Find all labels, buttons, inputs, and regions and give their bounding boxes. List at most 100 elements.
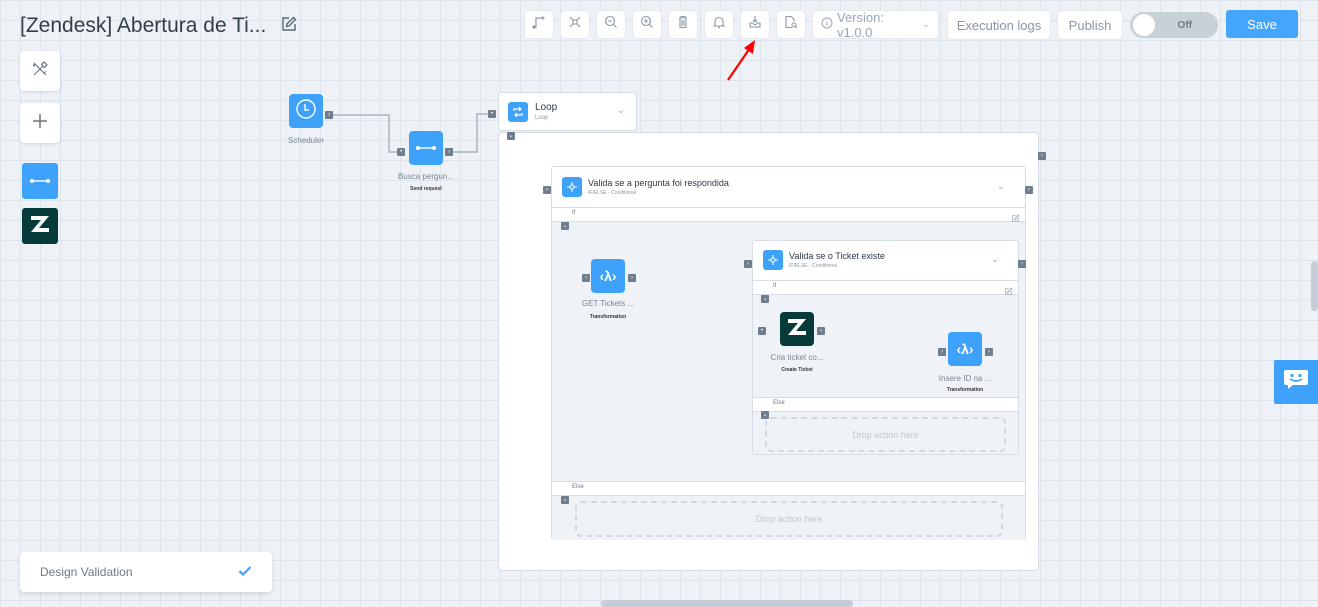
input-port[interactable]: •	[488, 110, 496, 118]
info-icon	[821, 17, 833, 32]
input-port[interactable]: ›	[744, 260, 752, 268]
connector-style-button[interactable]	[525, 11, 553, 38]
plus-icon	[31, 112, 49, 135]
delete-button[interactable]	[669, 11, 697, 38]
compress-icon	[568, 15, 582, 34]
chevron-down-icon[interactable]: ⌄	[991, 254, 999, 265]
check-icon	[238, 564, 252, 580]
else-start-port[interactable]: ⌄	[561, 496, 569, 504]
zoom-in-icon	[640, 15, 654, 34]
output-port[interactable]: ›	[985, 348, 993, 356]
preview-button[interactable]	[777, 11, 805, 38]
else-start-port[interactable]: ⌄	[761, 411, 769, 419]
conditional-2-output-port[interactable]: ›	[1018, 260, 1026, 268]
edit-condition-icon[interactable]	[1004, 283, 1013, 295]
export-button[interactable]	[741, 11, 769, 38]
loop-card-header[interactable]: Loop Loop ⌄	[498, 92, 637, 131]
input-port[interactable]: ›	[938, 348, 946, 356]
connector-line-icon	[415, 139, 437, 157]
insert-id-type: Transformation	[946, 387, 984, 393]
edit-title-icon[interactable]	[280, 15, 298, 33]
input-port[interactable]: ›	[543, 186, 551, 194]
send-request-label: Busca pergun...	[397, 172, 455, 181]
edit-condition-icon[interactable]	[1011, 210, 1020, 222]
get-tickets-label: GET Tickets ...	[581, 299, 635, 308]
clock-icon	[295, 98, 317, 125]
connector-line-icon	[29, 172, 51, 190]
vertical-scrollbar[interactable]	[1311, 261, 1318, 311]
chevron-down-icon: ⌄	[921, 19, 930, 30]
loop-start-port[interactable]: ⌄	[507, 132, 515, 140]
zoom-in-button[interactable]	[633, 11, 661, 38]
send-request-tile[interactable]	[22, 163, 58, 199]
lambda-icon: ‹λ›	[956, 341, 974, 357]
get-tickets-type: Transformation	[589, 314, 627, 320]
scheduler-label: Scheduler	[287, 136, 325, 145]
bell-icon	[712, 15, 726, 34]
chat-smiley-icon	[1283, 369, 1309, 396]
output-port[interactable]: ›	[817, 327, 825, 335]
input-port[interactable]: •	[758, 327, 766, 335]
toggle-label: Off	[1177, 19, 1192, 31]
design-validation-label: Design Validation	[40, 565, 133, 579]
if-branch-header: If	[552, 207, 1025, 222]
toggle-knob	[1133, 14, 1155, 36]
send-request-node[interactable]	[409, 131, 443, 165]
fit-screen-button[interactable]	[561, 11, 589, 38]
if-branch-header: If	[753, 280, 1018, 295]
if-start-port[interactable]: ⌄	[761, 295, 769, 303]
else-branch-header: Else	[753, 397, 1018, 412]
output-port[interactable]: ›	[325, 111, 333, 119]
send-request-type: Send request	[410, 186, 442, 192]
chevron-down-icon[interactable]: ⌄	[617, 105, 625, 116]
page-title: [Zendesk] Abertura de Ti...	[20, 14, 267, 37]
if-start-port[interactable]: ⌄	[561, 222, 569, 230]
loop-subtitle: Loop	[535, 115, 549, 121]
chevron-down-icon[interactable]: ⌄	[997, 181, 1005, 192]
active-toggle[interactable]: Off	[1130, 12, 1218, 38]
zendesk-tile[interactable]	[22, 208, 58, 244]
chat-support-button[interactable]	[1274, 360, 1318, 404]
create-ticket-type: Create Ticket	[781, 367, 813, 373]
notifications-button[interactable]	[705, 11, 733, 38]
input-port[interactable]: ›	[582, 274, 590, 282]
tools-button[interactable]	[20, 51, 60, 91]
add-node-button[interactable]	[20, 103, 60, 143]
loop-output-port[interactable]: ›	[1038, 152, 1046, 160]
create-ticket-label: Cria ticket co...	[770, 353, 824, 362]
zendesk-logo-icon	[30, 215, 50, 237]
publish-button[interactable]: Publish	[1058, 11, 1122, 39]
annotation-arrow	[727, 40, 755, 81]
input-port[interactable]: •	[397, 148, 405, 156]
version-select[interactable]: Version: v1.0.0 ⌄	[813, 9, 938, 40]
design-validation-panel[interactable]: Design Validation	[20, 552, 272, 592]
zendesk-logo-icon	[787, 318, 807, 340]
conditional-2-title: Valida se o Ticket existe	[789, 251, 885, 261]
version-label: Version: v1.0.0	[837, 9, 884, 40]
get-tickets-node[interactable]: ‹λ›	[591, 259, 625, 293]
insert-id-node[interactable]: ‹λ›	[948, 332, 982, 366]
conditional-1-subtitle: IF/ELSE - Conditional	[588, 190, 637, 196]
branch-icon	[562, 177, 582, 197]
save-button[interactable]: Save	[1226, 10, 1298, 38]
zoom-out-button[interactable]	[597, 11, 625, 38]
execution-logs-button[interactable]: Execution logs	[948, 11, 1050, 39]
create-ticket-node[interactable]	[780, 312, 814, 346]
zoom-out-icon	[604, 15, 618, 34]
file-search-icon	[784, 15, 798, 34]
conditional-1-output-port[interactable]: ›	[1025, 186, 1033, 194]
tools-icon	[31, 60, 49, 83]
insert-id-label: Insere ID na ...	[938, 374, 992, 383]
conditional-1-title: Valida se a pergunta foi respondida	[588, 178, 729, 188]
else-drop-zone[interactable]: Drop action here	[765, 417, 1006, 452]
branch-icon	[763, 250, 783, 270]
horizontal-scrollbar[interactable]	[601, 600, 853, 607]
scheduler-node[interactable]	[289, 94, 323, 128]
output-port[interactable]: ›	[628, 274, 636, 282]
else-drop-zone[interactable]: Drop action here	[575, 501, 1003, 537]
download-tray-icon	[748, 15, 762, 34]
output-port[interactable]: ›	[445, 148, 453, 156]
else-branch-header: Else	[552, 481, 1025, 496]
route-icon	[532, 15, 546, 34]
loop-icon	[508, 102, 528, 122]
